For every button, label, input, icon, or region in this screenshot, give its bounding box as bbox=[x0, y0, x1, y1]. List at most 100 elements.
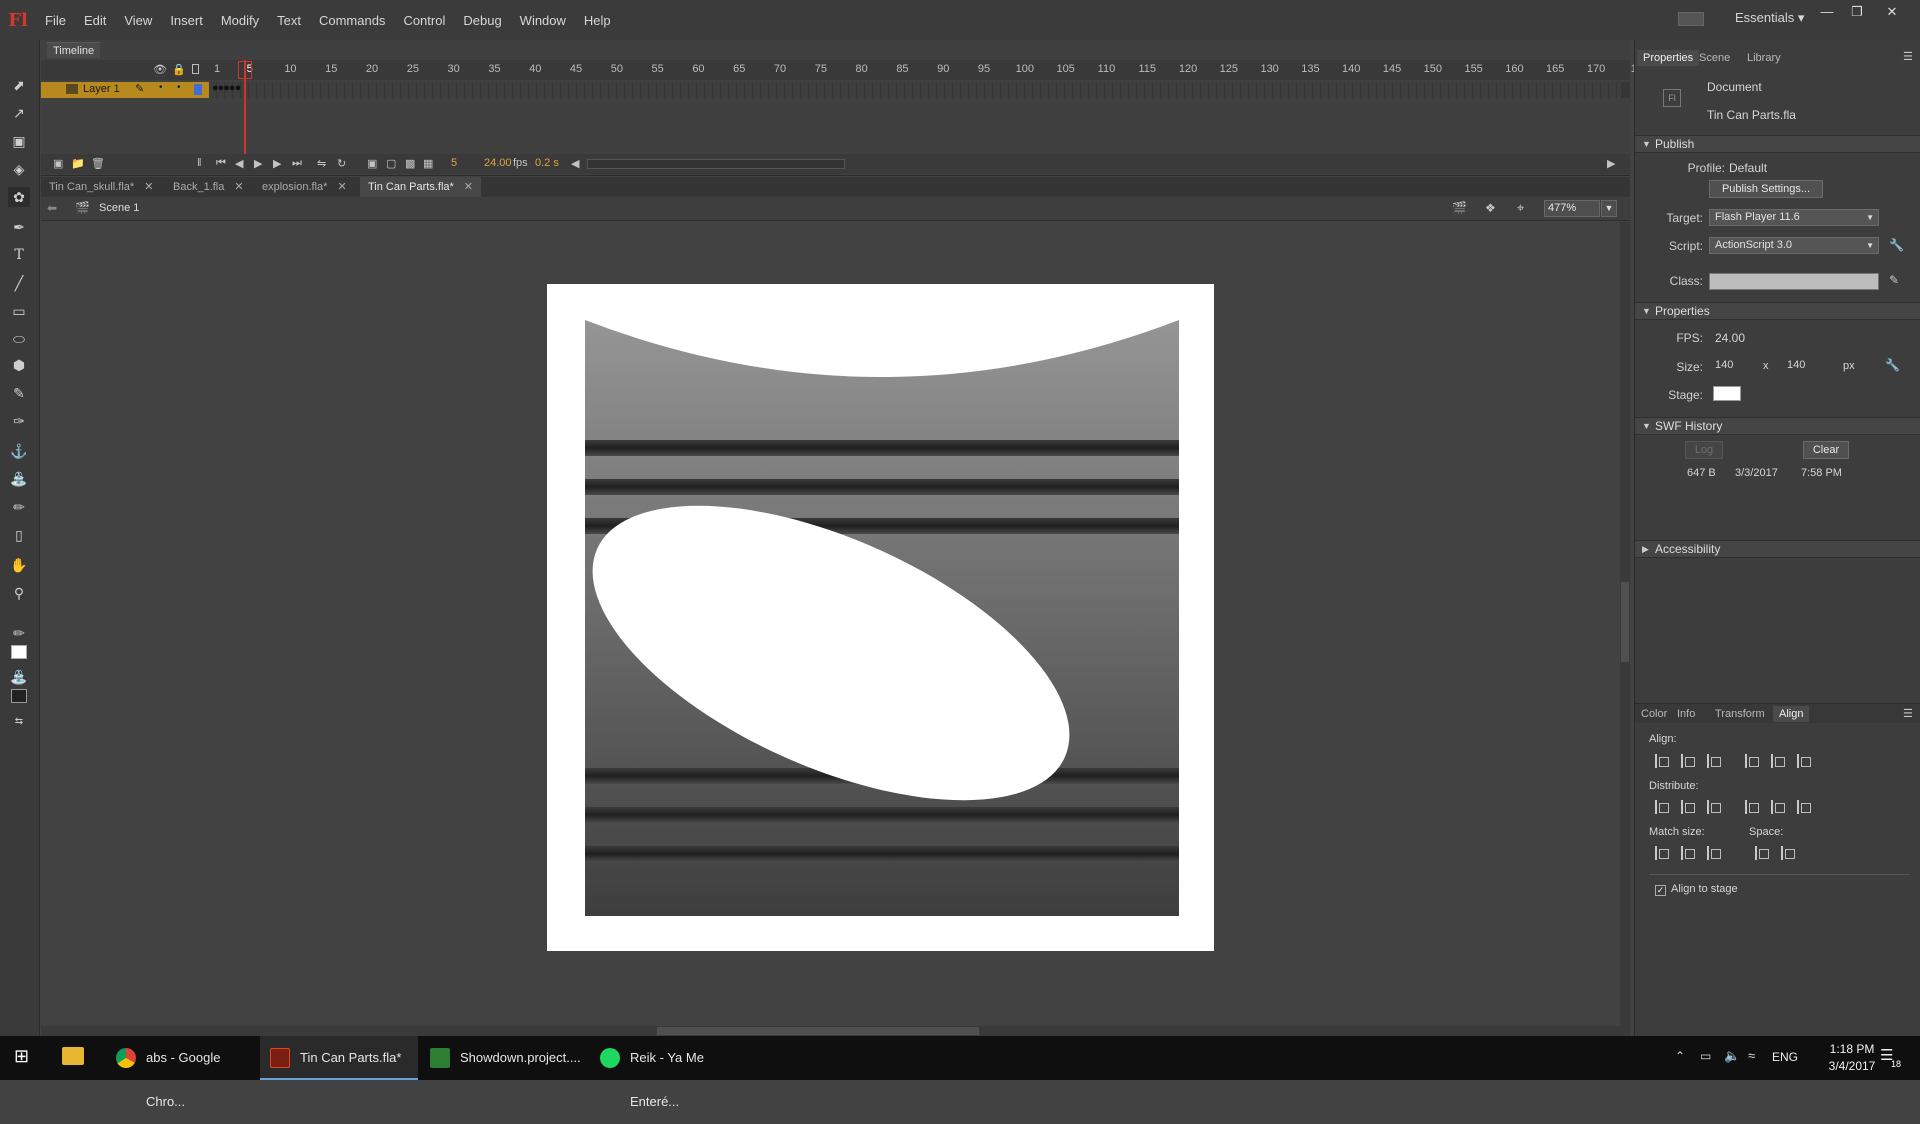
match-height-icon[interactable] bbox=[1681, 846, 1697, 860]
ridge-5[interactable] bbox=[585, 807, 1179, 823]
minimize-button[interactable]: — bbox=[1815, 4, 1839, 24]
horizontal-scroll-thumb[interactable] bbox=[657, 1027, 979, 1035]
publish-section-header[interactable]: ▼ Publish bbox=[1635, 135, 1920, 153]
close-button[interactable]: ✕ bbox=[1880, 4, 1904, 24]
close-icon[interactable]: ✕ bbox=[234, 181, 243, 193]
edit-scene-icon[interactable]: 🎬 bbox=[1452, 201, 1467, 215]
ridge-1[interactable] bbox=[585, 440, 1179, 456]
loop-playback-icon[interactable]: ↻ bbox=[337, 157, 346, 170]
target-dropdown[interactable]: Flash Player 11.6 ▼ bbox=[1709, 209, 1879, 226]
tab-info[interactable]: Info bbox=[1677, 708, 1695, 720]
layer-frames[interactable]: ●●●●● bbox=[209, 82, 1621, 98]
onion-outline-icon[interactable]: ▢ bbox=[386, 157, 396, 170]
distribute-top-icon[interactable] bbox=[1655, 800, 1671, 814]
align-top-icon[interactable] bbox=[1745, 754, 1761, 768]
zoom-input[interactable]: 477% bbox=[1544, 200, 1600, 217]
publish-settings-button[interactable]: Publish Settings... bbox=[1709, 180, 1823, 198]
3d-rotation-tool-icon[interactable]: ◈ bbox=[8, 159, 30, 179]
play-icon[interactable]: ▶ bbox=[254, 157, 262, 170]
properties-section-header[interactable]: ▼ Properties bbox=[1635, 302, 1920, 320]
volume-muted-icon[interactable]: 🔈 bbox=[1724, 1048, 1740, 1064]
last-frame-icon[interactable]: ⏭ bbox=[292, 157, 302, 170]
layer-name-cell[interactable]: Layer 1 ✎ • • bbox=[41, 82, 209, 98]
edit-multiple-icon[interactable]: ▩ bbox=[405, 157, 415, 170]
tab-properties[interactable]: Properties bbox=[1637, 50, 1700, 66]
menu-help[interactable]: Help bbox=[575, 13, 620, 28]
oval-tool-icon[interactable]: ⬭ bbox=[8, 329, 30, 349]
first-frame-icon[interactable]: ⏮ bbox=[216, 157, 226, 170]
menu-view[interactable]: View bbox=[115, 13, 161, 28]
lock-icon[interactable]: 🔒 bbox=[172, 63, 186, 76]
sync-settings-icon[interactable] bbox=[1678, 12, 1704, 26]
width-value[interactable]: 140 bbox=[1715, 359, 1733, 371]
doc-tab-label[interactable]: Tin Can_skull.fla* bbox=[49, 181, 134, 193]
fill-color-swatch[interactable] bbox=[11, 689, 27, 703]
space-evenly-vertical-icon[interactable] bbox=[1755, 846, 1771, 860]
align-vertical-center-icon[interactable] bbox=[1771, 754, 1787, 768]
doc-tab-label[interactable]: Back_1.fla bbox=[173, 181, 224, 193]
stage-horizontal-scrollbar[interactable] bbox=[41, 1026, 1630, 1036]
menu-edit[interactable]: Edit bbox=[75, 13, 115, 28]
workspace-switcher[interactable]: Essentials ▾ bbox=[1735, 10, 1804, 26]
doc-tab-label[interactable]: Tin Can Parts.fla* bbox=[368, 181, 454, 193]
distribute-horizontal-center-icon[interactable] bbox=[1771, 800, 1787, 814]
hand-tool-icon[interactable]: ✋ bbox=[8, 555, 30, 575]
bone-tool-icon[interactable]: ⚓ bbox=[8, 441, 30, 461]
center-stage-icon[interactable]: ⌖ bbox=[1517, 200, 1524, 216]
doc-tab-explosion[interactable]: explosion.fla* ✕ bbox=[254, 177, 355, 197]
panel-menu-icon[interactable]: ☰ bbox=[1903, 707, 1913, 720]
doc-name[interactable]: Tin Can Parts.fla bbox=[1707, 108, 1796, 122]
doc-tab-label[interactable]: explosion.fla* bbox=[262, 181, 327, 193]
ridge-2[interactable] bbox=[585, 479, 1179, 495]
layer-row[interactable]: Layer 1 ✎ • • ●●●●● bbox=[41, 82, 1630, 98]
pencil-tool-icon[interactable]: ✎ bbox=[8, 383, 30, 403]
class-input[interactable] bbox=[1709, 273, 1879, 290]
close-icon[interactable]: ✕ bbox=[464, 181, 473, 193]
stage-vertical-scrollbar[interactable] bbox=[1620, 222, 1630, 1026]
scroll-left-icon[interactable]: ◀ bbox=[571, 157, 579, 170]
rectangle-tool-icon[interactable]: ▭ bbox=[8, 301, 30, 321]
ridge-6[interactable] bbox=[585, 846, 1179, 862]
paint-bucket-tool-icon[interactable]: ⛲ bbox=[8, 469, 30, 489]
edit-symbols-icon[interactable]: ❖ bbox=[1485, 201, 1496, 215]
scene-name[interactable]: Scene 1 bbox=[99, 202, 139, 214]
timeline-tab[interactable]: Timeline bbox=[47, 42, 101, 58]
clear-button[interactable]: Clear bbox=[1803, 441, 1849, 459]
tab-library[interactable]: Library bbox=[1747, 52, 1781, 64]
timeline-scrollbar[interactable] bbox=[587, 159, 845, 169]
menu-file[interactable]: File bbox=[36, 13, 75, 28]
close-icon[interactable]: ✕ bbox=[144, 181, 153, 193]
stroke-color-swatch[interactable] bbox=[11, 645, 27, 659]
keyframes[interactable]: ●●●●● bbox=[212, 82, 241, 94]
restore-button[interactable]: ❐ bbox=[1845, 4, 1869, 24]
current-frame[interactable]: 5 bbox=[451, 157, 457, 169]
accessibility-section-header[interactable]: ▶ Accessibility bbox=[1635, 540, 1920, 558]
delete-layer-icon[interactable]: 🗑 bbox=[91, 157, 105, 170]
doc-tab-back-1[interactable]: Back_1.fla ✕ bbox=[165, 177, 252, 197]
doc-tab-tin-can-parts[interactable]: Tin Can Parts.fla* ✕ bbox=[360, 177, 482, 197]
step-forward-icon[interactable]: ▶ bbox=[273, 157, 281, 170]
elapsed-time[interactable]: 0.2 s bbox=[535, 157, 559, 169]
menu-modify[interactable]: Modify bbox=[212, 13, 268, 28]
visible-dot-icon[interactable]: • bbox=[159, 82, 163, 93]
stroke-color-icon[interactable]: ✏ bbox=[8, 623, 30, 643]
eraser-tool-icon[interactable]: ▯ bbox=[8, 525, 30, 545]
taskbar-chrome[interactable]: abs - Google Chro... bbox=[106, 1036, 256, 1109]
onion-skin-icon[interactable]: ▣ bbox=[367, 157, 377, 170]
zoom-dropdown-icon[interactable]: ▼ bbox=[1601, 200, 1617, 217]
tray-chevron-icon[interactable]: ⌃ bbox=[1675, 1049, 1685, 1063]
layer-outline-color[interactable] bbox=[194, 84, 202, 95]
wrench-icon[interactable]: 🔧 bbox=[1889, 238, 1904, 252]
space-evenly-horizontal-icon[interactable] bbox=[1781, 846, 1797, 860]
stage-canvas[interactable] bbox=[41, 222, 1620, 1026]
center-frame-icon[interactable]: ⇋ bbox=[317, 157, 326, 170]
distribute-bottom-icon[interactable] bbox=[1707, 800, 1723, 814]
outline-icon[interactable] bbox=[192, 64, 199, 74]
match-width-icon[interactable] bbox=[1655, 846, 1671, 860]
match-width-height-icon[interactable] bbox=[1707, 846, 1723, 860]
stage-area[interactable] bbox=[41, 222, 1620, 1026]
menu-text[interactable]: Text bbox=[268, 13, 310, 28]
taskbar-flash[interactable]: Tin Can Parts.fla* bbox=[260, 1036, 418, 1080]
distribute-vertical-center-icon[interactable] bbox=[1681, 800, 1697, 814]
lock-dot-icon[interactable]: • bbox=[177, 82, 181, 93]
